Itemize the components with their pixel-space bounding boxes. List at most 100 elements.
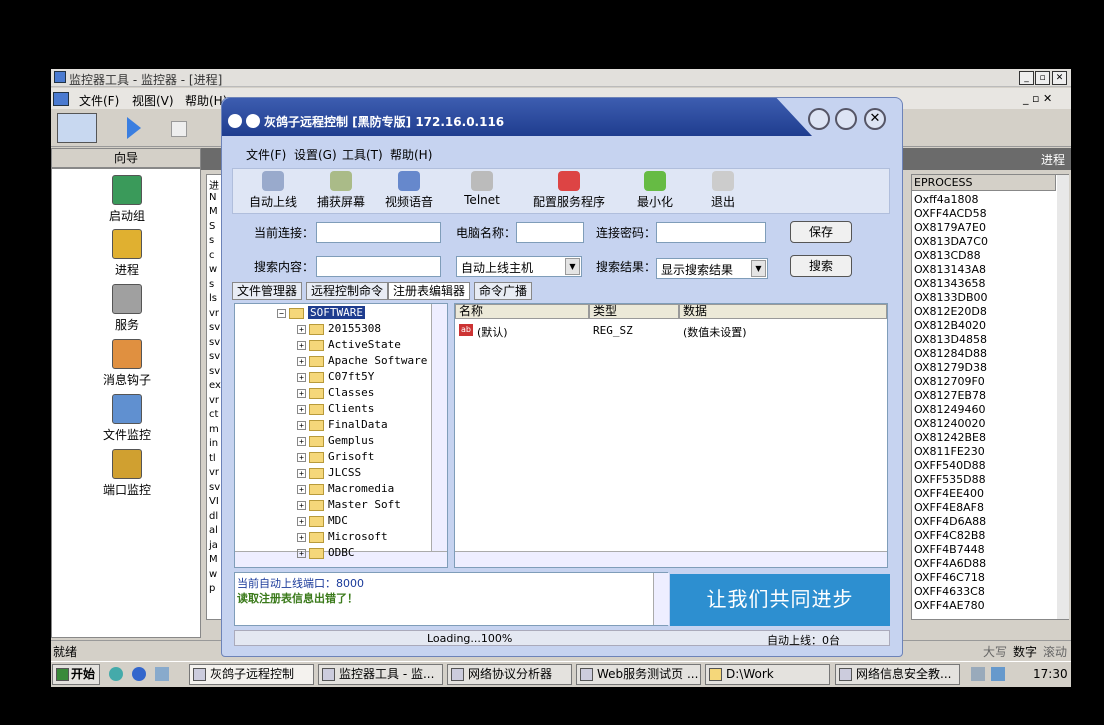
process-name-cell[interactable]: m: [209, 424, 219, 435]
eprocess-row[interactable]: OX81242BE8: [914, 431, 986, 445]
tree-item[interactable]: + JLCSS: [297, 466, 361, 482]
col-name[interactable]: 名称: [455, 304, 589, 319]
expand-icon[interactable]: +: [297, 484, 306, 494]
eprocess-list[interactable]: EPROCESS Oxff4a1808 OXFF4ACD58 OX8179A7E0 O…: [911, 174, 1069, 620]
task-security[interactable]: 网络信息安全教...: [835, 664, 960, 685]
expand-icon[interactable]: +: [297, 420, 306, 430]
search-button[interactable]: 搜索: [790, 255, 852, 277]
task-work[interactable]: D:\Work: [705, 664, 830, 685]
tree-item[interactable]: +20155308: [297, 322, 381, 338]
process-name-cell[interactable]: w: [209, 264, 217, 275]
auto-online-button[interactable]: 自动上线: [247, 171, 299, 210]
process-name-cell[interactable]: al: [209, 525, 218, 536]
task-web[interactable]: Web服务测试页 ...: [576, 664, 701, 685]
tree-item[interactable]: + Apache Software: [297, 354, 427, 370]
minimize-button[interactable]: _: [1019, 71, 1034, 85]
registry-tree[interactable]: − SOFTWARE +20155308 + ActiveState + Apache So…: [234, 303, 448, 568]
tree-root-software[interactable]: − SOFTWARE: [277, 306, 365, 322]
eprocess-row[interactable]: OX81343658: [914, 277, 985, 291]
collapse-icon[interactable]: −: [277, 308, 286, 318]
expand-icon[interactable]: +: [297, 372, 306, 382]
eprocess-row[interactable]: OXFF535D88: [914, 473, 986, 487]
minimize-button[interactable]: [808, 108, 830, 130]
eprocess-row[interactable]: OXFF46C718: [914, 571, 985, 585]
tab-registry[interactable]: 注册表编辑器: [388, 282, 471, 300]
eprocess-header[interactable]: EPROCESS: [912, 175, 1056, 191]
menu-tools[interactable]: 工具(T): [342, 146, 383, 163]
process-name-cell[interactable]: ja: [209, 540, 218, 551]
eprocess-row[interactable]: OXFF4E8AF8: [914, 501, 984, 515]
close-button[interactable]: ✕: [864, 108, 886, 130]
process-name-cell[interactable]: M: [209, 554, 218, 565]
tab-broadcast[interactable]: 命令广播: [474, 282, 533, 300]
tree-item[interactable]: + MDC: [297, 514, 348, 530]
expand-icon[interactable]: +: [297, 500, 306, 510]
expand-icon[interactable]: +: [297, 404, 306, 414]
eprocess-row[interactable]: OXFF4B7448: [914, 543, 985, 557]
exit-button[interactable]: 退出: [705, 171, 741, 210]
eprocess-row[interactable]: OXFF4C82B8: [914, 529, 985, 543]
process-name-cell[interactable]: vr: [209, 395, 219, 406]
tray-icon[interactable]: [971, 667, 985, 681]
eprocess-row[interactable]: OXFF4EE400: [914, 487, 984, 501]
close-button[interactable]: ✕: [1052, 71, 1067, 85]
process-name-cell[interactable]: dl: [209, 511, 218, 522]
process-name-cell[interactable]: ct: [209, 409, 218, 420]
task-gezi[interactable]: 灰鸽子远程控制: [189, 664, 314, 685]
process-name-cell[interactable]: sv: [209, 482, 220, 493]
telnet-button[interactable]: Telnet: [457, 171, 507, 207]
registry-values[interactable]: 名称 类型 数据 ab (默认) REG_SZ (数值未设置): [454, 303, 888, 568]
ie-icon[interactable]: [132, 667, 146, 681]
process-name-cell[interactable]: s: [209, 235, 214, 246]
tree-item[interactable]: + Macromedia: [297, 482, 394, 498]
eprocess-row[interactable]: Oxff4a1808: [914, 193, 978, 207]
process-name-cell[interactable]: vr: [209, 467, 219, 478]
process-name-cell[interactable]: S: [209, 221, 215, 232]
eprocess-row[interactable]: OX8133DB00: [914, 291, 988, 305]
process-name-cell[interactable]: 进: [209, 177, 219, 192]
search-scope-select[interactable]: 自动上线主机 ▼: [456, 256, 582, 277]
process-name-cell[interactable]: M: [209, 206, 218, 217]
tree-item[interactable]: + Gemplus: [297, 434, 374, 450]
process-name-cell[interactable]: sv: [209, 337, 220, 348]
eprocess-row[interactable]: OX81279D38: [914, 361, 987, 375]
process-name-cell[interactable]: in: [209, 438, 218, 449]
eprocess-row[interactable]: OXFF4D6A88: [914, 515, 986, 529]
menu-file[interactable]: 文件(F): [246, 146, 286, 163]
expand-icon[interactable]: +: [297, 532, 306, 542]
dot-icon[interactable]: [228, 114, 242, 128]
values-hscrollbar[interactable]: [455, 551, 887, 567]
tab-file-manager[interactable]: 文件管理器: [232, 282, 303, 300]
monitor-icon[interactable]: [57, 113, 97, 143]
eprocess-row[interactable]: OX8127EB78: [914, 389, 986, 403]
process-name-cell[interactable]: s: [209, 279, 214, 290]
eprocess-row[interactable]: OXFF4AE780: [914, 599, 985, 613]
tree-item[interactable]: + Master Soft: [297, 498, 401, 514]
col-type[interactable]: 类型: [589, 304, 679, 319]
expand-icon[interactable]: +: [297, 436, 306, 446]
network-icon[interactable]: [991, 667, 1005, 681]
eprocess-row[interactable]: OX812B4020: [914, 319, 986, 333]
process-name-cell[interactable]: sv: [209, 351, 220, 362]
eprocess-row[interactable]: OX813D4858: [914, 333, 987, 347]
pwd-field[interactable]: [656, 222, 766, 243]
tree-item[interactable]: + Classes: [297, 386, 374, 402]
nav-service[interactable]: 服务: [92, 284, 162, 333]
process-name-cell[interactable]: tl: [209, 453, 216, 464]
expand-icon[interactable]: +: [297, 340, 306, 350]
nav-file-monitor[interactable]: 文件监控: [92, 394, 162, 443]
desktop-icon[interactable]: [155, 667, 169, 681]
process-name-cell[interactable]: w: [209, 569, 217, 580]
app-menu-icon[interactable]: [246, 114, 260, 128]
expand-icon[interactable]: +: [297, 388, 306, 398]
result-select[interactable]: 显示搜索结果 ▼: [656, 258, 768, 279]
task-monitor[interactable]: 监控器工具 - 监...: [318, 664, 443, 685]
capture-screen-button[interactable]: 捕获屏幕: [315, 171, 367, 210]
process-name-cell[interactable]: ls: [209, 293, 217, 304]
maximize-button[interactable]: ▫: [1035, 71, 1050, 85]
eprocess-row[interactable]: OX81284D88: [914, 347, 987, 361]
eprocess-scrollbar[interactable]: [1057, 175, 1069, 619]
menu-file[interactable]: 文件(F): [79, 92, 119, 109]
eprocess-row[interactable]: OX8179A7E0: [914, 221, 986, 235]
process-name-cell[interactable]: sv: [209, 366, 220, 377]
